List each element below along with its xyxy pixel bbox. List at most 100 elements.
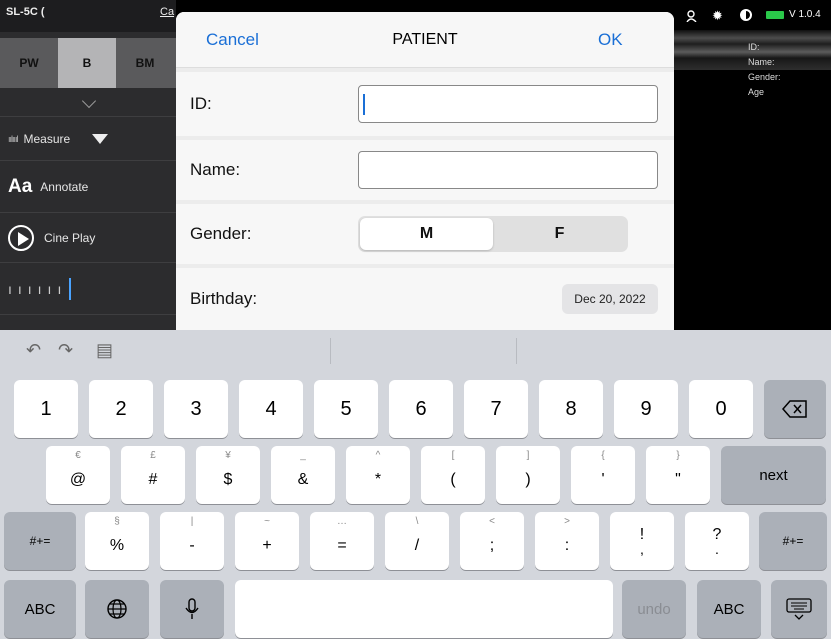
keyboard-toolbar: ↶ ↷ ▤ (0, 330, 831, 372)
key-7[interactable]: 7 (464, 380, 528, 438)
sidebar-item-annotate[interactable]: Aa Annotate (0, 160, 176, 212)
backspace-key[interactable] (764, 380, 826, 438)
keyboard-dismiss-icon (786, 598, 812, 620)
gender-segmented-control: M F (358, 216, 628, 252)
sidebar-item-measure[interactable]: ıılıııl Measure (0, 116, 176, 160)
gender-label: Gender: (190, 224, 252, 243)
backspace-icon (782, 400, 807, 418)
battery-icon (766, 11, 784, 19)
name-label: Name: (190, 160, 241, 179)
globe-icon (107, 599, 127, 619)
gender-row: Gender: M F (176, 204, 674, 264)
key-plus[interactable]: ~ + (235, 512, 299, 570)
key-ampersand[interactable]: _ & (271, 446, 335, 504)
key-9[interactable]: 9 (614, 380, 678, 438)
name-field[interactable] (358, 151, 658, 189)
undo-key[interactable]: undo (622, 580, 686, 638)
probe-bar: SL-5C ( Ca (0, 0, 176, 32)
toolbar-divider (330, 338, 331, 364)
key-exclamation[interactable]: ! , (610, 512, 674, 570)
dialog-header: Cancel PATIENT OK (176, 12, 674, 68)
key-6[interactable]: 6 (389, 380, 453, 438)
key-quote[interactable]: } " (646, 446, 710, 504)
key-semicolon[interactable]: < ; (460, 512, 524, 570)
key-8[interactable]: 8 (539, 380, 603, 438)
chevron-down-icon[interactable] (81, 93, 97, 109)
text-cursor (363, 94, 365, 115)
id-field[interactable] (358, 85, 658, 123)
cine-play-label: Cine Play (44, 230, 96, 245)
microphone-icon (185, 598, 199, 619)
probe-label: SL-5C ( (6, 6, 45, 18)
key-dollar[interactable]: ¥ $ (196, 446, 260, 504)
mode-selector: PW B BM (0, 38, 176, 88)
symbols-key-right[interactable]: #+= (759, 512, 827, 570)
contrast-icon[interactable] (740, 9, 752, 21)
key-1[interactable]: 1 (14, 380, 78, 438)
overlay-id: ID: (748, 42, 760, 52)
patient-dialog: Cancel PATIENT OK ID: Name: Gender: M F … (176, 12, 674, 330)
birthday-row: Birthday: Dec 20, 2022 (176, 268, 674, 330)
ok-button[interactable]: OK (598, 30, 623, 50)
key-4[interactable]: 4 (239, 380, 303, 438)
key-question[interactable]: ? . (685, 512, 749, 570)
key-open-paren[interactable]: [ ( (421, 446, 485, 504)
birthday-date-picker[interactable]: Dec 20, 2022 (562, 284, 658, 314)
ca-link[interactable]: Ca (160, 6, 174, 18)
symbols-key-left[interactable]: #+= (4, 512, 76, 570)
status-bar: ✹ V 1.0.4 (674, 6, 831, 26)
keyboard-dismiss-key[interactable] (771, 580, 827, 638)
overlay-age: Age (748, 87, 765, 97)
gender-option-m[interactable]: M (360, 218, 493, 250)
gender-option-f[interactable]: F (493, 218, 626, 250)
ultrasound-image-area: ✹ V 1.0.4 ID: Name: Gender: Age (674, 0, 831, 330)
person-icon[interactable] (686, 10, 698, 22)
onscreen-keyboard: ↶ ↷ ▤ 1 2 3 4 5 6 7 8 9 0 € @ £ # ¥ $ _ … (0, 330, 831, 639)
key-asterisk[interactable]: ^ * (346, 446, 410, 504)
globe-key[interactable] (85, 580, 149, 638)
key-minus[interactable]: | - (160, 512, 224, 570)
sidebar: SL-5C ( Ca PW B BM ıılıııl Measure Aa An… (0, 0, 176, 330)
key-slash[interactable]: \ / (385, 512, 449, 570)
ruler-icon: ıılıııl (8, 133, 18, 144)
key-3[interactable]: 3 (164, 380, 228, 438)
patient-overlay: ID: Name: Gender: Age (748, 40, 781, 100)
slider-ticks: ıııııı (8, 280, 68, 297)
mode-bm[interactable]: BM (116, 38, 174, 88)
key-2[interactable]: 2 (89, 380, 153, 438)
space-bar[interactable] (235, 580, 613, 638)
key-at[interactable]: € @ (46, 446, 110, 504)
sidebar-item-cine-play[interactable]: Cine Play (0, 212, 176, 262)
abc-key-left[interactable]: ABC (4, 580, 76, 638)
overlay-name: Name: (748, 57, 775, 67)
gear-icon[interactable]: ✹ (712, 8, 723, 24)
slider-handle[interactable] (69, 277, 72, 300)
next-key[interactable]: next (721, 446, 826, 504)
key-colon[interactable]: > : (535, 512, 599, 570)
key-percent[interactable]: § % (85, 512, 149, 570)
key-0[interactable]: 0 (689, 380, 753, 438)
dropdown-triangle-icon (92, 133, 109, 144)
mode-b[interactable]: B (58, 38, 116, 88)
microphone-key[interactable] (160, 580, 224, 638)
id-label: ID: (190, 94, 212, 113)
annotate-icon: Aa (8, 175, 33, 197)
app-root: SL-5C ( Ca PW B BM ıılıııl Measure Aa An… (0, 0, 831, 639)
version-label: V 1.0.4 (789, 9, 821, 20)
key-5[interactable]: 5 (314, 380, 378, 438)
abc-key-right[interactable]: ABC (697, 580, 761, 638)
key-hash[interactable]: £ # (121, 446, 185, 504)
key-apostrophe[interactable]: { ' (571, 446, 635, 504)
undo-icon[interactable]: ↶ (26, 340, 41, 361)
redo-icon[interactable]: ↷ (58, 340, 73, 361)
id-row: ID: (176, 72, 674, 136)
paste-icon[interactable]: ▤ (96, 340, 113, 361)
birthday-label: Birthday: (190, 289, 258, 308)
key-close-paren[interactable]: ] ) (496, 446, 560, 504)
cine-slider[interactable]: ıııııı (0, 262, 176, 314)
sidebar-item-partial (0, 314, 176, 330)
toolbar-divider (516, 338, 517, 364)
name-row: Name: (176, 140, 674, 200)
key-equals[interactable]: … = (310, 512, 374, 570)
mode-pw[interactable]: PW (0, 38, 58, 88)
